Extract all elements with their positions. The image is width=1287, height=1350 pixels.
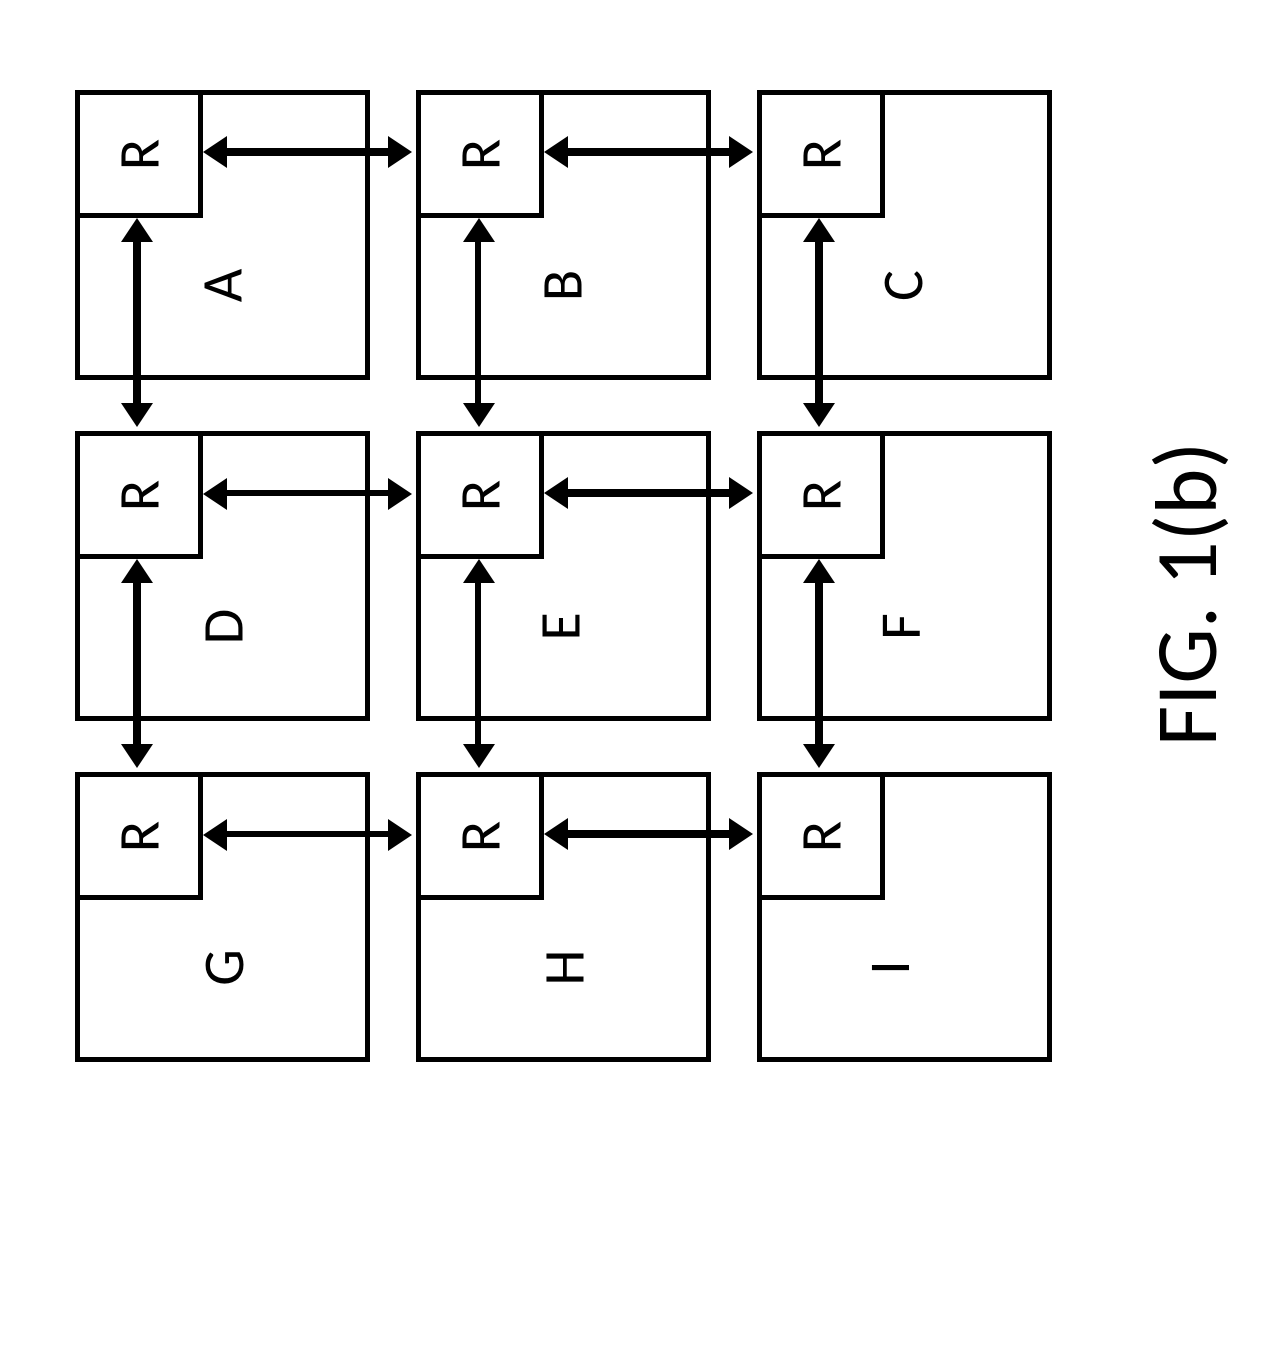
- figure-stage: R A R B R C R D R E R F R: [0, 0, 1287, 1350]
- router-E: R: [416, 431, 544, 559]
- link-C-F: [815, 240, 823, 405]
- link-F-I: [815, 581, 823, 746]
- figure-caption: FIG. 1(b): [1132, 394, 1240, 794]
- tile-D: R D: [75, 431, 370, 721]
- tile-H: R H: [416, 772, 711, 1062]
- router-label: R: [786, 479, 857, 511]
- router-label: R: [104, 479, 175, 511]
- router-G: R: [75, 772, 203, 900]
- router-H: R: [416, 772, 544, 900]
- router-F: R: [757, 431, 885, 559]
- tile-I: R I: [757, 772, 1052, 1062]
- router-label: R: [445, 479, 516, 511]
- link-B-C: [566, 148, 731, 156]
- router-label: R: [104, 138, 175, 170]
- router-label: R: [786, 820, 857, 852]
- router-I: R: [757, 772, 885, 900]
- tile-G: R G: [75, 772, 370, 1062]
- link-H-I: [566, 830, 731, 838]
- router-C: R: [757, 90, 885, 218]
- link-D-G: [133, 581, 141, 746]
- link-E-F: [566, 489, 731, 497]
- router-B: R: [416, 90, 544, 218]
- link-A-D: [133, 240, 141, 405]
- router-label: R: [104, 820, 175, 852]
- link-D-E: [225, 490, 390, 496]
- tile-label-E: E: [525, 612, 596, 640]
- tile-F: R F: [757, 431, 1052, 721]
- link-B-E: [475, 240, 481, 405]
- router-label: R: [445, 138, 516, 170]
- router-label: R: [786, 138, 857, 170]
- tile-label-I: I: [854, 960, 925, 975]
- link-A-B: [225, 148, 390, 156]
- tile-C: R C: [757, 90, 1052, 380]
- tile-E: R E: [416, 431, 711, 721]
- tile-label-D: D: [187, 609, 258, 645]
- link-G-H: [225, 831, 390, 837]
- tile-B: R B: [416, 90, 711, 380]
- link-E-H: [475, 581, 481, 746]
- tile-label-B: B: [526, 270, 597, 302]
- router-D: R: [75, 431, 203, 559]
- tile-label-A: A: [186, 269, 257, 303]
- router-label: R: [445, 820, 516, 852]
- router-A: R: [75, 90, 203, 218]
- tile-label-F: F: [865, 613, 936, 640]
- tile-label-C: C: [867, 270, 938, 301]
- tile-label-H: H: [529, 949, 600, 985]
- tile-label-G: G: [188, 949, 259, 986]
- tile-A: R A: [75, 90, 370, 380]
